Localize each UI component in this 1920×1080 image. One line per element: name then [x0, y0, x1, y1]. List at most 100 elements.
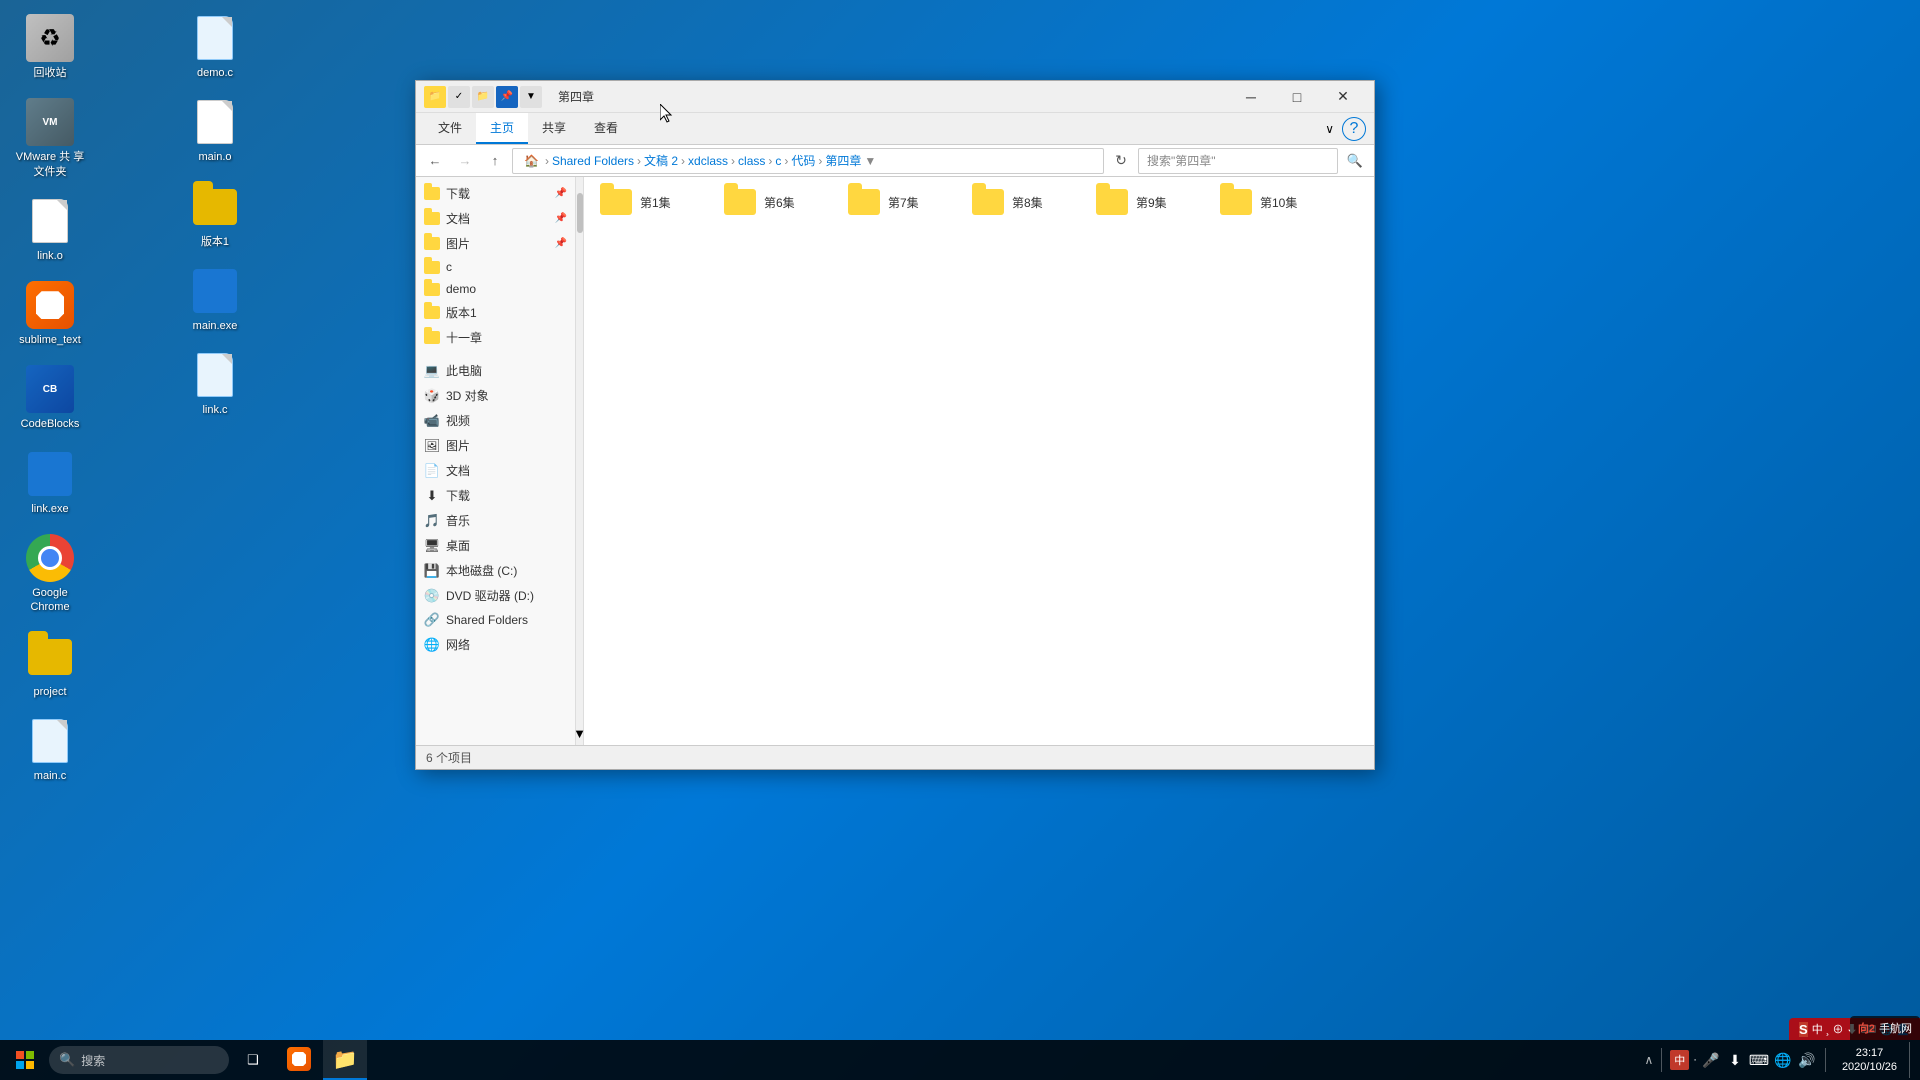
pictures-label: 图片 [446, 235, 470, 252]
desktop-icon-banben1[interactable]: 版本1 [175, 179, 255, 253]
desktop-icon-sublime[interactable]: sublime_text [10, 277, 90, 351]
sidebar-item-videos[interactable]: 📹 视频 [416, 408, 575, 433]
ime-zh-indicator[interactable]: 中 [1670, 1050, 1689, 1070]
start-button[interactable] [5, 1040, 45, 1080]
tray-icon-network[interactable]: 🌐 [1773, 1050, 1793, 1070]
search-box[interactable]: 搜索"第四章" [1138, 148, 1338, 174]
tab-view[interactable]: 查看 [580, 113, 632, 144]
back-button[interactable]: ← [422, 148, 448, 174]
ime-dot-indicator[interactable]: · [1693, 1054, 1697, 1066]
sidebar-item-music[interactable]: 🎵 音乐 [416, 508, 575, 533]
file-item-ep6[interactable]: 第6集 [716, 185, 836, 219]
downloads2-label: 下载 [446, 487, 470, 504]
sidebar-item-dvd-d[interactable]: 💿 DVD 驱动器 (D:) [416, 583, 575, 608]
ribbon-chevron[interactable]: ∨ [1317, 118, 1342, 140]
tray-icon-keyboard[interactable]: ⌨ [1749, 1050, 1769, 1070]
file-item-ep8[interactable]: 第8集 [964, 185, 1084, 219]
search-magnifier-icon: 🔍 [59, 1052, 75, 1068]
sidebar-item-3d[interactable]: 🎲 3D 对象 [416, 383, 575, 408]
sidebar-item-desktop[interactable]: 🖥 桌面 [416, 533, 575, 558]
tray-icon-download[interactable]: ⬇ [1725, 1050, 1745, 1070]
desktop-icon-main-exe[interactable]: main.exe [175, 263, 255, 337]
sidebar-item-chapter11[interactable]: 十一章 [416, 325, 575, 350]
desktop-icon-main-o[interactable]: main.o [175, 94, 255, 168]
sidebar-item-demo[interactable]: demo [416, 278, 575, 300]
tab-file[interactable]: 文件 [424, 113, 476, 144]
codeblocks-label: CodeBlocks [21, 417, 80, 431]
project-folder-icon [28, 639, 72, 675]
clock-date: 2020/10/26 [1842, 1060, 1897, 1074]
file-item-ep1[interactable]: 第1集 [592, 185, 712, 219]
sidebar-item-version1[interactable]: 版本1 [416, 300, 575, 325]
3d-icon: 🎲 [424, 388, 440, 404]
address-path[interactable]: 🏠 › Shared Folders › 文稿 2 › xdclass › cl… [512, 148, 1104, 174]
qa-folder-btn[interactable]: 📁 [424, 86, 446, 108]
desktop-icon-vmware[interactable]: VM VMware 共 享文件夹 [10, 94, 90, 183]
sidebar-item-downloads[interactable]: 下载 📌 [416, 181, 575, 206]
sidebar-item-downloads2[interactable]: ⬇ 下载 [416, 483, 575, 508]
refresh-button[interactable]: ↻ [1108, 148, 1134, 174]
show-hidden-icons-btn[interactable]: ∧ [1644, 1053, 1653, 1067]
pictures2-icon: 🖼 [424, 438, 440, 454]
sidebar-item-pictures[interactable]: 图片 📌 [416, 231, 575, 256]
file-item-ep9[interactable]: 第9集 [1088, 185, 1208, 219]
path-shared-folders[interactable]: Shared Folders [552, 154, 634, 168]
qa-check-btn[interactable]: ✓ [448, 86, 470, 108]
desktop-icon-project[interactable]: project [10, 629, 90, 703]
desktop-icon-chrome[interactable]: GoogleChrome [10, 530, 90, 619]
qa-dropdown-btn[interactable]: ▼ [520, 86, 542, 108]
path-wengao[interactable]: 文稿 2 [644, 152, 678, 169]
file-item-ep7[interactable]: 第7集 [840, 185, 960, 219]
desktop-icons: ♻ 回收站 VM VMware 共 享文件夹 link.o sublime_te… [10, 10, 330, 790]
path-daima[interactable]: 代码 [791, 152, 815, 169]
path-xdclass[interactable]: xdclass [688, 154, 728, 168]
desktop-icon-link-c[interactable]: link.c [175, 347, 255, 421]
sidebar-item-this-pc[interactable]: 💻 此电脑 [416, 358, 575, 383]
status-count: 6 个项目 [426, 749, 472, 766]
taskbar-clock[interactable]: 23:17 2020/10/26 [1834, 1046, 1905, 1075]
desktop-icon-recycle-bin[interactable]: ♻ 回收站 [10, 10, 90, 84]
task-view-button[interactable]: ❑ [233, 1040, 273, 1080]
tab-home[interactable]: 主页 [476, 113, 528, 144]
show-desktop-btn[interactable] [1909, 1042, 1915, 1078]
forward-button[interactable]: → [452, 148, 478, 174]
maximize-button[interactable]: □ [1274, 81, 1320, 113]
sidebar-item-c[interactable]: c [416, 256, 575, 278]
pictures-pin-icon: 📌 [555, 238, 567, 249]
taskbar-app-explorer[interactable]: 📁 [323, 1040, 367, 1080]
tray-divider-1 [1661, 1048, 1662, 1072]
desktop-icon-link-o[interactable]: link.o [10, 193, 90, 267]
minimize-button[interactable]: ─ [1228, 81, 1274, 113]
path-class[interactable]: class [738, 154, 765, 168]
desktop-icon-codeblocks[interactable]: CB CodeBlocks [10, 361, 90, 435]
sidebar-item-documents[interactable]: 文档 📌 [416, 206, 575, 231]
title-bar: 📁 ✓ 📁 📌 ▼ 第四章 ─ □ ✕ [416, 81, 1374, 113]
desktop-icon-demo-c[interactable]: demo.c [175, 10, 255, 84]
sidebar-item-network[interactable]: 🌐 网络 [416, 632, 575, 657]
sidebar-scrollbar[interactable]: ▼ [576, 177, 584, 745]
tab-share[interactable]: 共享 [528, 113, 580, 144]
taskbar-app-sublime[interactable] [277, 1040, 321, 1080]
path-chapter4[interactable]: 第四章 [825, 152, 861, 169]
path-c[interactable]: c [775, 154, 781, 168]
file-item-ep10[interactable]: 第10集 [1212, 185, 1332, 219]
explorer-window: 📁 ✓ 📁 📌 ▼ 第四章 ─ □ ✕ 文件 主页 共享 查看 ∨ [415, 80, 1375, 770]
search-button[interactable]: 🔍 [1342, 148, 1368, 174]
demo-c-icon [197, 16, 233, 60]
tray-icon-microphone[interactable]: 🎤 [1701, 1050, 1721, 1070]
sidebar-item-local-c[interactable]: 💾 本地磁盘 (C:) [416, 558, 575, 583]
desktop-icon-link-exe[interactable]: link.exe [10, 446, 90, 520]
sidebar-item-documents2[interactable]: 📄 文档 [416, 458, 575, 483]
desktop-icon-main-c[interactable]: main.c [10, 713, 90, 787]
sidebar-item-shared-folders[interactable]: 🔗 Shared Folders [416, 608, 575, 632]
videos-icon: 📹 [424, 413, 440, 429]
tray-icon-volume[interactable]: 🔊 [1797, 1050, 1817, 1070]
close-button[interactable]: ✕ [1320, 81, 1366, 113]
taskbar-search[interactable]: 🔍 搜索 [49, 1046, 229, 1074]
ribbon-help-btn[interactable]: ? [1342, 117, 1366, 141]
up-button[interactable]: ↑ [482, 148, 508, 174]
sidebar-item-pictures2[interactable]: 🖼 图片 [416, 433, 575, 458]
taskbar-apps: 📁 [277, 1040, 367, 1080]
qa-btn2[interactable]: 📁 [472, 86, 494, 108]
qa-pin-btn[interactable]: 📌 [496, 86, 518, 108]
